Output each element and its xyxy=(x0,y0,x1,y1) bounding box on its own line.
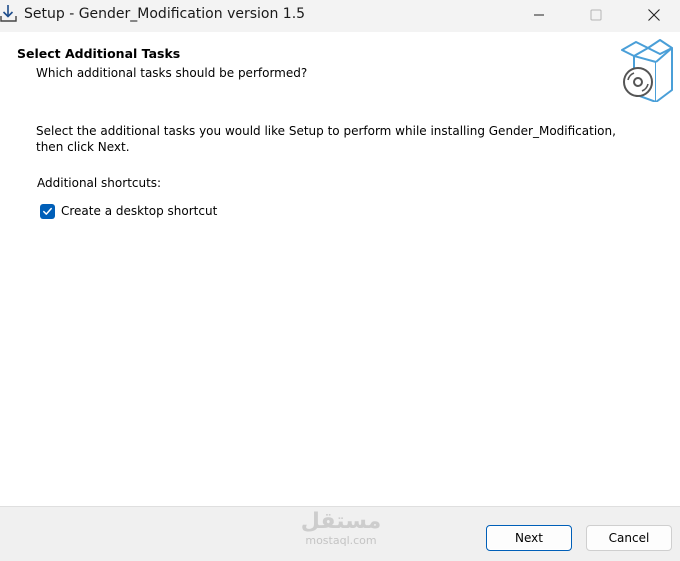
watermark-arabic: مستقل xyxy=(300,509,382,534)
installer-box-cd-icon xyxy=(614,36,680,103)
mostaql-watermark: مستقل mostaql.com xyxy=(296,509,386,555)
task-label: Create a desktop shortcut xyxy=(61,204,218,218)
wizard-footer: مستقل mostaql.com Next Cancel xyxy=(0,506,680,561)
next-button[interactable]: Next xyxy=(486,525,572,551)
wizard-header: Select Additional Tasks Which additional… xyxy=(0,32,680,104)
title-bar[interactable]: Setup - Gender_Modification version 1.5 xyxy=(0,0,680,32)
close-button[interactable] xyxy=(631,0,677,30)
maximize-button[interactable] xyxy=(573,0,619,30)
task-description: Select the additional tasks you would li… xyxy=(36,124,616,154)
cancel-button[interactable]: Cancel xyxy=(586,525,672,551)
setup-download-icon xyxy=(0,4,18,24)
wizard-content: Select the additional tasks you would li… xyxy=(0,104,680,506)
maximize-icon xyxy=(590,9,602,21)
page-subtitle: Which additional tasks should be perform… xyxy=(36,66,308,80)
minimize-button[interactable] xyxy=(516,0,562,30)
watermark-latin: mostaql.com xyxy=(305,534,377,547)
close-icon xyxy=(647,8,661,22)
task-desktop-shortcut[interactable]: Create a desktop shortcut xyxy=(40,202,217,220)
group-label-additional-shortcuts: Additional shortcuts: xyxy=(37,176,162,190)
page-title: Select Additional Tasks xyxy=(17,46,181,61)
window-title: Setup - Gender_Modification version 1.5 xyxy=(24,6,306,22)
checkbox-checked-icon[interactable] xyxy=(40,203,55,219)
minimize-icon xyxy=(533,9,545,21)
